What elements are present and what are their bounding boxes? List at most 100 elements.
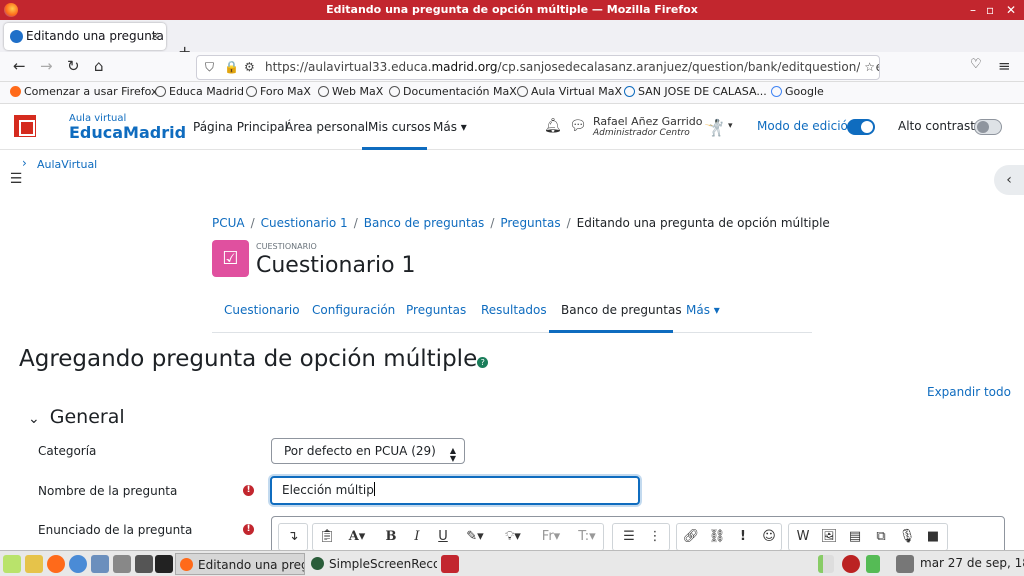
nav-dashboard[interactable]: Área personal [285, 120, 368, 134]
numbered-list-icon[interactable]: ⋮ [644, 525, 666, 549]
question-name-input[interactable]: Elección múltip [270, 476, 640, 505]
globe-icon [517, 86, 528, 97]
emoji-icon[interactable]: ☺ [758, 525, 780, 549]
avatar[interactable]: 🤺 [704, 118, 724, 137]
chat-icon[interactable]: 💬︎ [569, 118, 587, 134]
important-icon[interactable]: ! [732, 525, 754, 549]
nav-home[interactable]: Página Principal [193, 120, 288, 134]
minimize-icon[interactable]: – [970, 0, 976, 20]
tab-label: Editando una pregunta d [26, 29, 166, 43]
text-editor-icon[interactable] [25, 555, 43, 573]
stop-record-icon[interactable] [441, 555, 459, 573]
text-color-icon[interactable]: ✎▾ [460, 525, 490, 549]
font-size-icon[interactable]: T:▾ [572, 525, 602, 549]
font-family-icon[interactable]: Fr▾ [536, 525, 566, 549]
url-prefix: https://aulavirtual33.educa. [265, 60, 432, 74]
high-contrast-toggle[interactable] [974, 119, 1002, 135]
required-icon: ! [243, 524, 254, 535]
breadcrumb-item[interactable]: Banco de preguntas [364, 216, 485, 230]
tab-close-icon[interactable]: × [150, 23, 160, 50]
link-icon[interactable]: 🔗︎ [680, 525, 702, 549]
bookmark-item[interactable]: Aula Virtual MaX [517, 85, 622, 98]
unlink-icon[interactable]: ⛓ [706, 525, 728, 549]
bell-icon[interactable]: 🔔︎ [544, 118, 562, 134]
bookmark-item[interactable]: Documentación MaX [389, 85, 517, 98]
reload-icon[interactable]: ↻ [67, 57, 80, 75]
bulleted-list-icon[interactable]: ☰ [618, 525, 640, 549]
window-title: Editando una pregunta de opción múltiple… [326, 3, 698, 16]
menu-launcher-icon[interactable] [3, 555, 21, 573]
italic-icon[interactable]: I [406, 525, 428, 549]
taskbar-item-firefox[interactable]: Editando una preg... [175, 553, 305, 575]
tab-question-bank[interactable]: Banco de preguntas [561, 303, 682, 317]
tab-questions[interactable]: Preguntas [406, 303, 466, 317]
bookmark-item[interactable]: Comenzar a usar Firefox [10, 85, 158, 98]
help-icon[interactable]: ? [477, 357, 489, 368]
brand-name[interactable]: EducaMadrid [69, 123, 186, 142]
home-icon[interactable]: ⌂ [94, 57, 104, 75]
bookmark-item[interactable]: Web MaX [318, 85, 383, 98]
course-index-icon[interactable]: ☰ [3, 166, 29, 192]
image-icon[interactable]: 🖼︎ [818, 525, 840, 549]
underline-icon[interactable]: U [432, 525, 454, 549]
bookmark-item[interactable]: Google [771, 85, 824, 98]
tab-results[interactable]: Resultados [481, 303, 547, 317]
menu-icon[interactable]: ≡ [998, 57, 1011, 75]
cpu-monitor-icon [818, 555, 834, 573]
tab-settings[interactable]: Configuración [312, 303, 395, 317]
category-select[interactable]: Por defecto en PCUA (29) ▲ ▼ [271, 438, 465, 464]
tab-strip: Editando una pregunta d × + [0, 20, 1024, 61]
chevron-down-icon[interactable]: ▾ [728, 121, 733, 131]
microphone-icon[interactable]: 🎙︎ [896, 525, 918, 549]
camera-icon[interactable] [155, 555, 173, 573]
activity-title: Cuestionario 1 [256, 253, 416, 278]
nav-my-courses[interactable]: Mis cursos [368, 120, 431, 134]
files-icon[interactable] [91, 555, 109, 573]
section-header-general[interactable]: ⌄ General [28, 406, 125, 428]
browser-tab[interactable]: Editando una pregunta d × [4, 23, 166, 50]
url-bar[interactable]: ⛉ 🔒 ⚙ https://aulavirtual33.educa.madrid… [196, 55, 880, 80]
bold-icon[interactable]: B [380, 525, 402, 549]
open-drawer-icon[interactable]: ‹ [994, 165, 1024, 195]
firefox-icon[interactable] [47, 555, 65, 573]
permissions-icon: ⚙ [244, 60, 255, 74]
globe-icon [246, 86, 257, 97]
breadcrumb-item[interactable]: Preguntas [500, 216, 560, 230]
tab-more[interactable]: Más ▾ [686, 303, 720, 317]
pocket-icon[interactable]: ♡ [970, 57, 982, 72]
bookmark-star-icon[interactable]: ☆ [860, 56, 875, 79]
nav-more[interactable]: Más ▾ [433, 120, 467, 134]
taskbar-item-recorder[interactable]: SimpleScreenReco... [307, 553, 437, 575]
sidebar-course-link[interactable]: AulaVirtual [37, 158, 97, 171]
word-paste-icon[interactable]: W [792, 525, 814, 549]
bookmark-item[interactable]: Educa Madrid [155, 85, 244, 98]
manage-files-icon[interactable]: ⧉ [870, 525, 892, 549]
bookmark-item[interactable]: Foro MaX [246, 85, 311, 98]
media-icon[interactable]: ▤ [844, 525, 866, 549]
font-style-icon[interactable]: A▾ [342, 525, 372, 549]
bookmark-item[interactable]: SAN JOSE DE CALASA... [624, 85, 767, 98]
screenshot-icon[interactable] [135, 555, 153, 573]
educamadrid-logo-icon[interactable] [14, 115, 36, 137]
edit-mode-toggle[interactable] [847, 119, 875, 135]
close-icon[interactable]: ✕ [1006, 0, 1016, 20]
maximize-icon[interactable]: ▫ [986, 0, 994, 20]
highlight-icon[interactable]: 💡︎▾ [498, 525, 528, 549]
video-camera-icon[interactable]: ■ [922, 525, 944, 549]
breadcrumb-item[interactable]: PCUA [212, 216, 245, 230]
back-icon[interactable]: ← [13, 57, 26, 75]
expand-all-link[interactable]: Expandir todo [927, 385, 1011, 399]
paste-icon[interactable]: 📋︎ [316, 525, 338, 549]
terminal-icon[interactable] [113, 555, 131, 573]
volume-icon[interactable] [896, 555, 914, 573]
user-name[interactable]: Rafael Añez Garrido [593, 115, 703, 128]
chromium-icon[interactable] [69, 555, 87, 573]
tab-quiz[interactable]: Cuestionario [224, 303, 300, 317]
breadcrumb-current: Editando una pregunta de opción múltiple [576, 216, 830, 230]
forward-icon[interactable]: → [40, 57, 53, 75]
breadcrumb-item[interactable]: Cuestionario 1 [261, 216, 348, 230]
system-taskbar: Editando una preg... SimpleScreenReco...… [0, 550, 1024, 576]
collapse-toolbar-icon[interactable]: ↴ [282, 525, 304, 549]
select-arrows-icon: ▼ [449, 454, 456, 463]
battery-icon [866, 555, 880, 573]
